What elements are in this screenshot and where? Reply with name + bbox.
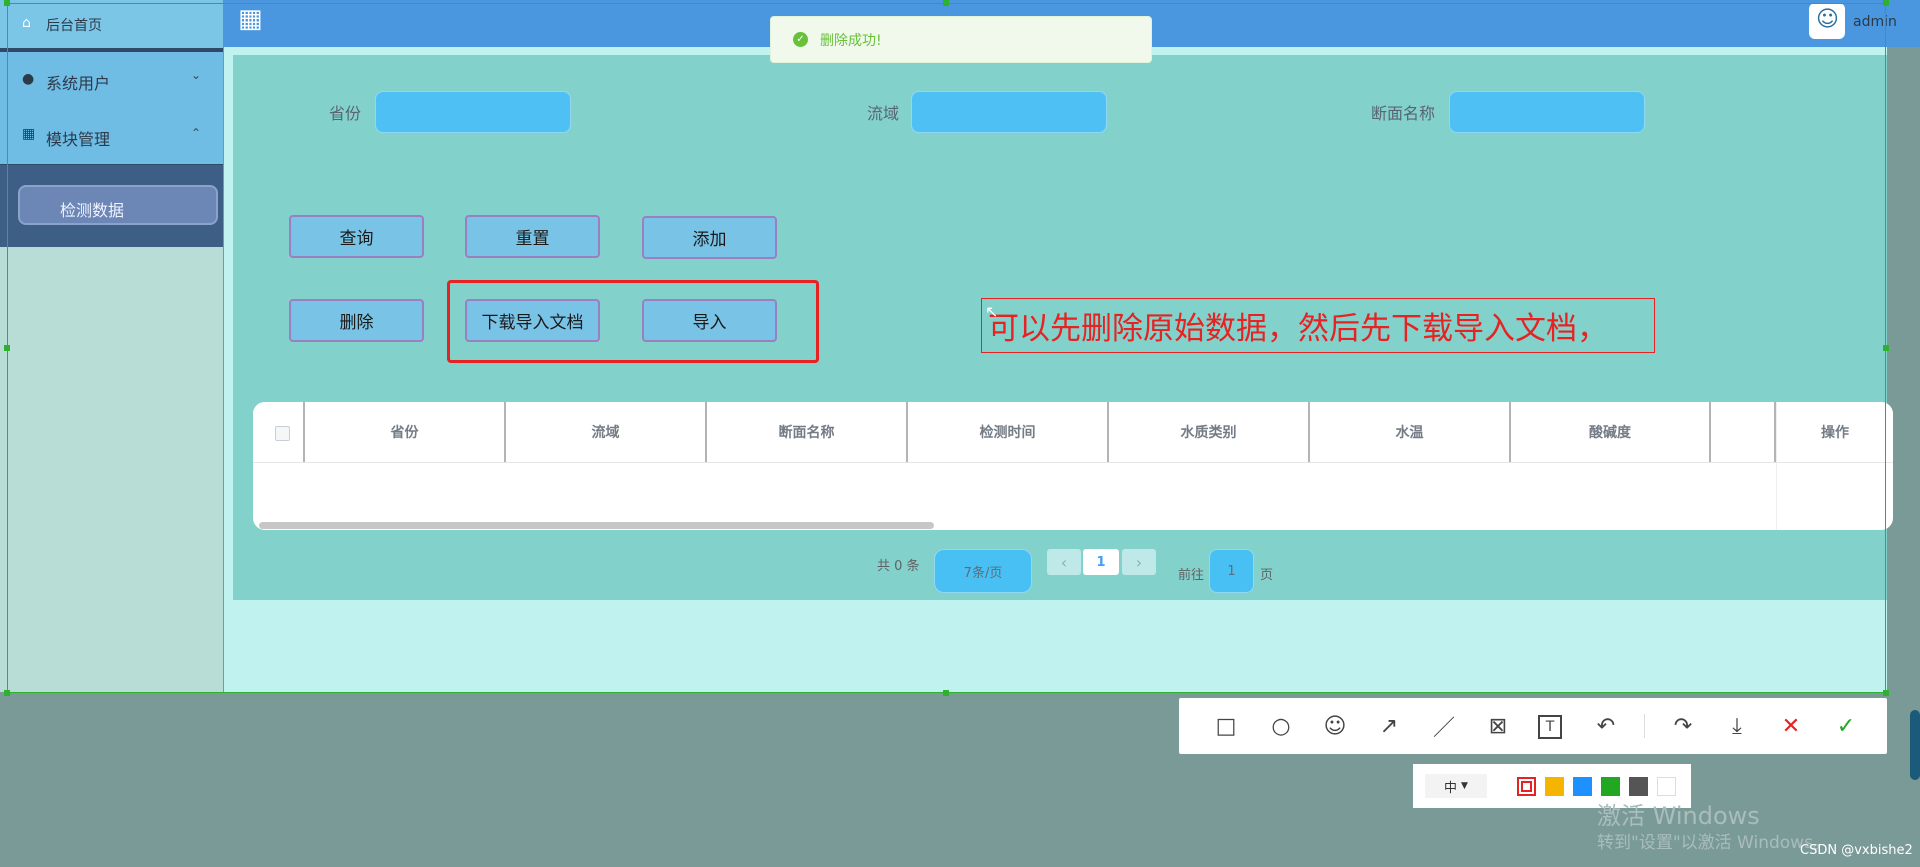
resize-handle[interactable] [943,0,949,6]
text-tool-icon[interactable]: T [1538,715,1562,739]
capture-dim-overlay [0,692,223,867]
windows-watermark-title: 激活 Windows [1597,802,1760,830]
resize-handle[interactable] [4,345,10,351]
mosaic-tool-icon[interactable]: ⊠ [1484,712,1512,740]
color-swatch-green[interactable] [1601,777,1620,796]
size-select[interactable]: 中 ▼ [1425,774,1487,798]
undo-icon[interactable]: ↶ [1592,712,1620,740]
csdn-credit: CSDN @vxbishe2 [1800,843,1913,858]
color-swatch-white[interactable] [1657,777,1676,796]
caret-down-icon: ▼ [1461,781,1468,791]
color-swatch-yellow[interactable] [1545,777,1564,796]
color-swatch-gray[interactable] [1629,777,1648,796]
emoji-tool-icon[interactable]: ☺ [1321,712,1349,740]
color-swatch-red[interactable] [1517,777,1536,796]
rectangle-tool-icon[interactable]: □ [1212,712,1240,740]
download-icon[interactable]: ⤓ [1723,712,1751,740]
resize-handle[interactable] [4,690,10,696]
close-icon[interactable]: ✕ [1777,712,1805,740]
arrow-tool-icon[interactable]: ↗ [1375,712,1403,740]
resize-handle[interactable] [1883,0,1889,6]
ellipse-tool-icon[interactable]: ○ [1267,712,1295,740]
share-icon[interactable]: ↷ [1669,712,1697,740]
pen-tool-icon[interactable]: ／ [1430,712,1458,741]
color-swatch-blue[interactable] [1573,777,1592,796]
capture-toolbar: □ ○ ☺ ↗ ／ ⊠ T ↶ ↷ ⤓ ✕ ✓ [1179,698,1887,754]
toolbar-divider [1644,714,1645,738]
size-label: 中 [1444,780,1458,796]
resize-handle[interactable] [1883,690,1889,696]
confirm-check-icon[interactable]: ✓ [1832,712,1860,740]
resize-handle[interactable] [943,690,949,696]
windows-watermark-subtitle: 转到"设置"以激活 Windows。 [1597,833,1830,853]
capture-selection[interactable] [7,3,1886,693]
resize-handle[interactable] [4,0,10,6]
resize-handle[interactable] [1883,345,1889,351]
side-handle [1910,710,1920,780]
